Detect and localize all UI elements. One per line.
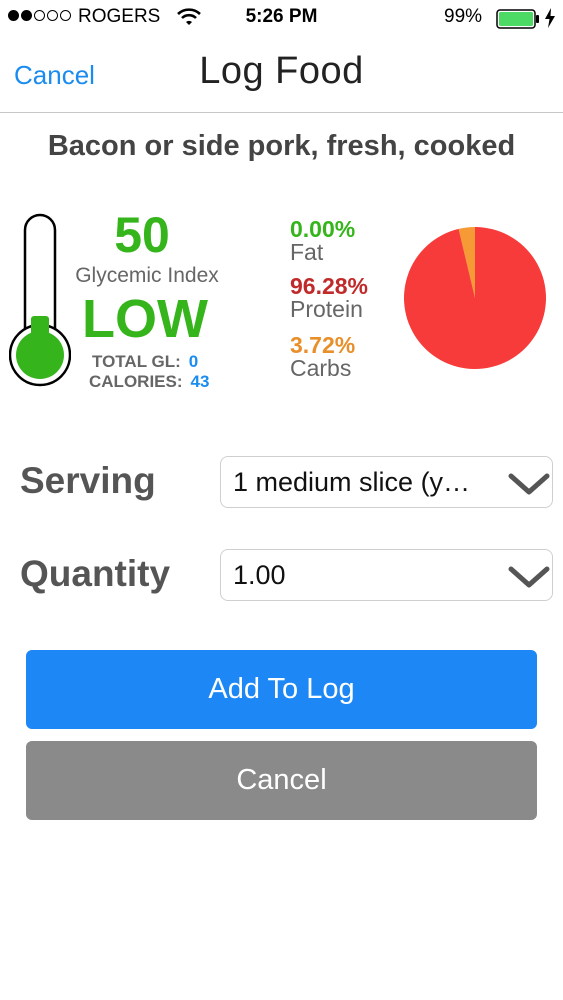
protein-percent: 96.28% (290, 273, 369, 299)
serving-label: Serving (20, 460, 156, 501)
food-name: Bacon or side pork, fresh, cooked (47, 130, 516, 162)
quantity-value: 1.00 (233, 560, 286, 590)
glycemic-index-value: 50 (114, 207, 170, 263)
thermometer-icon (9, 213, 71, 387)
cancel-button[interactable]: Cancel (26, 741, 537, 820)
protein-label: Protein (290, 296, 363, 322)
quantity-select[interactable]: 1.00 (220, 549, 553, 601)
calories-row: CALORIES: 43 (89, 372, 209, 392)
chevron-down-icon[interactable] (506, 471, 552, 497)
macro-pie-chart (404, 227, 546, 369)
carbs-label: Carbs (290, 355, 352, 381)
glycemic-index-label: Glycemic Index (75, 264, 219, 287)
total-gl-label: TOTAL GL: (92, 352, 181, 371)
macro-carbs: 3.72% Carbs (290, 333, 355, 380)
quantity-label: Quantity (20, 553, 171, 594)
battery-icon (496, 9, 539, 29)
fat-label: Fat (290, 239, 324, 265)
total-gl-row: TOTAL GL: 0 (92, 352, 198, 372)
serving-select[interactable]: 1 medium slice (y… (220, 456, 553, 508)
carbs-percent: 3.72% (290, 332, 356, 358)
page-title: Log Food (199, 50, 364, 92)
fat-percent: 0.00% (290, 216, 356, 242)
macro-fat: 0.00% Fat (290, 217, 355, 264)
calories-value: 43 (190, 372, 210, 391)
calories-label: CALORIES: (89, 372, 183, 391)
pie-slice-protein (404, 227, 546, 369)
total-gl-value: 0 (188, 352, 199, 371)
navigation-bar: Cancel Log Food (0, 38, 563, 113)
macro-protein: 96.28% Protein (290, 274, 368, 321)
add-to-log-button[interactable]: Add To Log (26, 650, 537, 729)
charging-bolt-icon (545, 8, 555, 28)
status-bar: ROGERS 5:26 PM 99% (0, 0, 563, 38)
battery-percent: 99% (444, 6, 483, 27)
serving-value: 1 medium slice (y… (233, 467, 471, 497)
chevron-down-icon[interactable] (506, 564, 552, 590)
glycemic-rating: LOW (82, 289, 208, 349)
